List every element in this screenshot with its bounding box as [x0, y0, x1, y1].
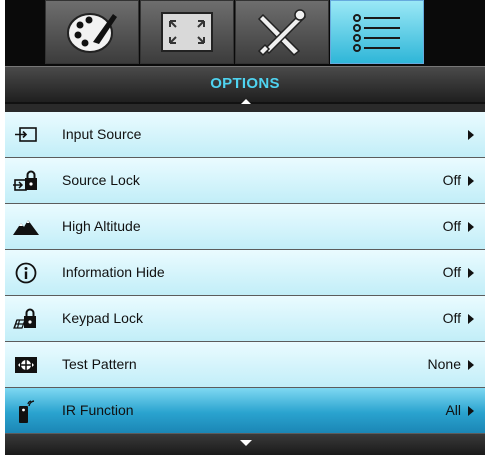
menu-item-value: Off — [442, 264, 461, 280]
menu-item-test-pattern[interactable]: Test Pattern None — [5, 342, 485, 388]
options-list-icon — [353, 14, 400, 52]
menu-item-label: Keypad Lock — [62, 310, 143, 326]
tab-image[interactable] — [45, 0, 139, 64]
tab-options[interactable] — [330, 0, 424, 64]
menu-item-ir-function[interactable]: IR Function All — [5, 388, 485, 434]
info-icon — [13, 262, 39, 284]
menu-item-label: Test Pattern — [62, 356, 137, 372]
mountain-icon — [13, 216, 39, 238]
chevron-right-icon — [468, 130, 474, 140]
chevron-right-icon — [468, 176, 474, 186]
menu-item-information-hide[interactable]: Information Hide Off — [5, 250, 485, 296]
menu-footer — [5, 434, 485, 455]
menu-item-label: Information Hide — [62, 264, 165, 280]
keypad-lock-icon — [13, 308, 39, 330]
menu-item-keypad-lock[interactable]: Keypad Lock Off — [5, 296, 485, 342]
options-menu-list: Input Source Source Lock Off High Altitu… — [5, 112, 485, 434]
menu-item-value: All — [445, 402, 461, 418]
palette-icon — [67, 13, 117, 53]
menu-item-value: Off — [442, 310, 461, 326]
chevron-right-icon — [468, 268, 474, 278]
menu-item-value: None — [427, 356, 461, 372]
menu-item-value: Off — [442, 172, 461, 188]
screen-resize-icon — [161, 12, 213, 52]
menu-item-input-source[interactable]: Input Source — [5, 112, 485, 158]
chevron-right-icon — [468, 406, 474, 416]
menu-item-label: IR Function — [62, 402, 134, 418]
projector-osd-menu: OPTIONS Input Source Source Lock Off Hig… — [5, 0, 485, 455]
tab-setup[interactable] — [235, 0, 329, 64]
chevron-right-icon — [468, 222, 474, 232]
input-source-icon — [13, 124, 39, 146]
menu-item-source-lock[interactable]: Source Lock Off — [5, 158, 485, 204]
ir-remote-icon — [13, 400, 39, 423]
menu-header: OPTIONS — [5, 66, 485, 102]
menu-item-high-altitude[interactable]: High Altitude Off — [5, 204, 485, 250]
chevron-right-icon — [468, 314, 474, 324]
menu-item-value: Off — [442, 218, 461, 234]
tab-display[interactable] — [140, 0, 234, 64]
menu-item-label: High Altitude — [62, 218, 141, 234]
menu-tab-bar — [5, 0, 485, 70]
source-lock-icon — [13, 170, 39, 192]
menu-item-label: Source Lock — [62, 172, 140, 188]
scroll-down-arrow-icon[interactable] — [240, 440, 252, 446]
chevron-right-icon — [468, 360, 474, 370]
page-title: OPTIONS — [210, 75, 280, 92]
menu-item-label: Input Source — [62, 126, 142, 142]
tools-icon — [257, 9, 307, 57]
header-divider — [5, 104, 485, 112]
test-pattern-icon — [13, 354, 39, 376]
